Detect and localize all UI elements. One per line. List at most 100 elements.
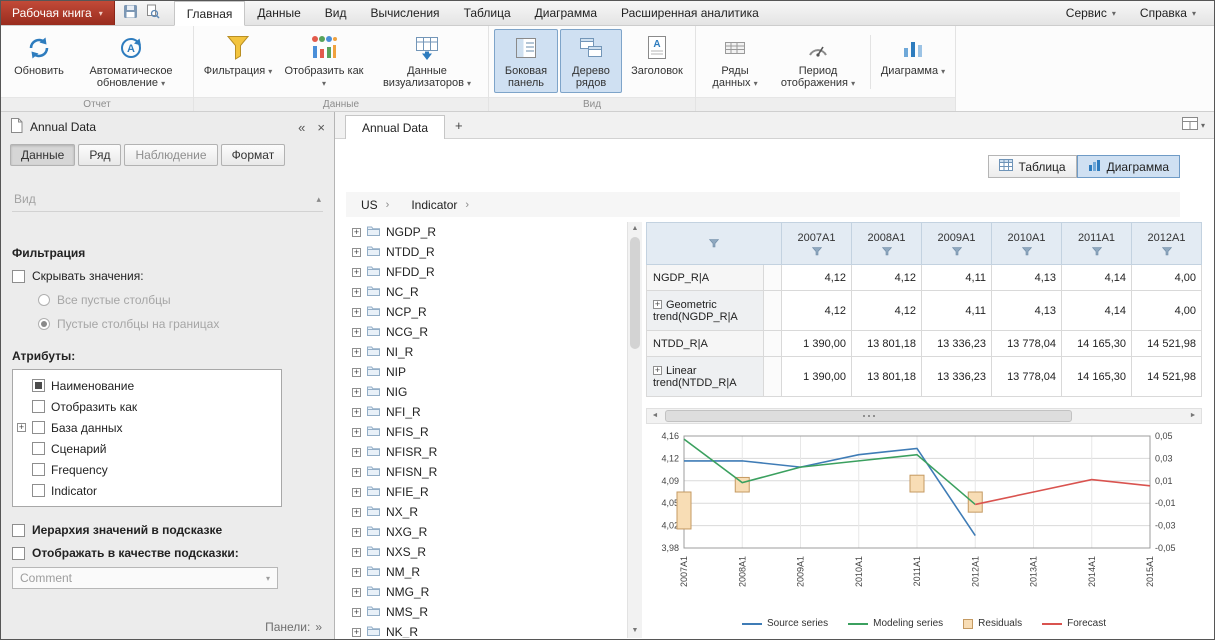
- menu-tab[interactable]: Вычисления: [358, 1, 451, 25]
- value-cell[interactable]: 4,12: [852, 265, 922, 291]
- data-series-button[interactable]: Ряды данных ▾: [701, 29, 769, 93]
- tree-item[interactable]: +NFISN_R: [346, 462, 626, 482]
- sidebar-tab[interactable]: Формат: [221, 144, 286, 166]
- radio-button[interactable]: [38, 318, 50, 330]
- tree-item[interactable]: +NIG: [346, 382, 626, 402]
- menu-tab[interactable]: Данные: [245, 1, 312, 25]
- menu-tab[interactable]: Главная: [174, 1, 246, 26]
- expand-icon[interactable]: +: [352, 328, 361, 337]
- refresh-button[interactable]: Обновить: [6, 29, 72, 93]
- value-cell[interactable]: 14 165,30: [1062, 357, 1132, 397]
- scroll-up-icon[interactable]: ▲: [628, 222, 642, 236]
- menu-tab[interactable]: Расширенная аналитика: [609, 1, 771, 25]
- save-icon[interactable]: [123, 4, 138, 22]
- show-as-tooltip-row[interactable]: Отображать в качестве подсказки:: [12, 546, 323, 560]
- value-cell[interactable]: 4,13: [992, 291, 1062, 331]
- attribute-item[interactable]: +База данных: [17, 417, 277, 438]
- tree-item[interactable]: +NTDD_R: [346, 242, 626, 262]
- checkbox[interactable]: [32, 463, 45, 476]
- value-cell[interactable]: 1 390,00: [782, 331, 852, 357]
- expand-icon[interactable]: +: [352, 408, 361, 417]
- expand-icon[interactable]: +: [352, 368, 361, 377]
- value-cell[interactable]: 4,14: [1062, 291, 1132, 331]
- breadcrumb-item[interactable]: Indicator›: [402, 195, 478, 215]
- attribute-item[interactable]: Frequency: [17, 459, 277, 480]
- collapse-panel-icon[interactable]: «: [298, 120, 305, 135]
- checkbox[interactable]: [12, 270, 25, 283]
- filter-button[interactable]: Фильтрация ▾: [199, 29, 277, 93]
- expand-icon[interactable]: +: [653, 300, 662, 309]
- attribute-item[interactable]: Сценарий: [17, 438, 277, 459]
- expand-icon[interactable]: +: [352, 248, 361, 257]
- value-cell[interactable]: 13 336,23: [922, 357, 992, 397]
- value-cell[interactable]: 4,12: [782, 265, 852, 291]
- tree-item[interactable]: +NGDP_R: [346, 222, 626, 242]
- checkbox[interactable]: [32, 379, 45, 392]
- menu-tab[interactable]: Таблица: [452, 1, 523, 25]
- checkbox[interactable]: [12, 547, 25, 560]
- expand-icon[interactable]: +: [352, 608, 361, 617]
- tree-item[interactable]: +NFDD_R: [346, 262, 626, 282]
- expand-icon[interactable]: +: [352, 388, 361, 397]
- visualizer-data-button[interactable]: Данные визуализаторов ▾: [371, 29, 483, 93]
- expand-icon[interactable]: +: [352, 268, 361, 277]
- value-cell[interactable]: 13 336,23: [922, 331, 992, 357]
- display-period-button[interactable]: Период отображения ▾: [771, 29, 865, 93]
- expand-icon[interactable]: +: [653, 366, 662, 375]
- checkbox[interactable]: [32, 400, 45, 413]
- checkbox[interactable]: [12, 524, 25, 537]
- expand-icon[interactable]: +: [352, 308, 361, 317]
- column-filter-icon[interactable]: [992, 247, 1061, 256]
- sidebar-tab[interactable]: Данные: [10, 144, 75, 166]
- value-cell[interactable]: 4,11: [922, 291, 992, 331]
- tree-item[interactable]: +NFIS_R: [346, 422, 626, 442]
- value-cell[interactable]: 13 778,04: [992, 331, 1062, 357]
- tree-item[interactable]: +NMG_R: [346, 582, 626, 602]
- value-cell[interactable]: 4,00: [1132, 291, 1202, 331]
- scrollbar-track[interactable]: [663, 409, 1185, 423]
- column-filter-icon[interactable]: [852, 247, 921, 256]
- view-section-header[interactable]: Вид ▴: [12, 192, 323, 212]
- tree-item[interactable]: +NXG_R: [346, 522, 626, 542]
- attribute-item[interactable]: Indicator: [17, 480, 277, 501]
- table-hscrollbar[interactable]: ◄ ►: [646, 408, 1202, 424]
- expand-icon[interactable]: +: [17, 423, 26, 432]
- value-cell[interactable]: 4,12: [782, 291, 852, 331]
- sidebar-tab[interactable]: Наблюдение: [124, 144, 217, 166]
- tree-item[interactable]: +NFIE_R: [346, 482, 626, 502]
- value-cell[interactable]: 4,13: [992, 265, 1062, 291]
- chart-button[interactable]: Диаграмма ▾: [876, 29, 950, 93]
- expand-icon[interactable]: +: [352, 548, 361, 557]
- column-filter-icon[interactable]: [647, 239, 781, 248]
- value-cell[interactable]: 14 521,98: [1132, 357, 1202, 397]
- expand-icon[interactable]: +: [352, 428, 361, 437]
- checkbox[interactable]: [32, 442, 45, 455]
- new-tab-button[interactable]: +: [445, 113, 473, 138]
- table-view-button[interactable]: Таблица: [988, 155, 1077, 178]
- expand-icon[interactable]: +: [352, 288, 361, 297]
- tree-item[interactable]: +NXS_R: [346, 542, 626, 562]
- value-cell[interactable]: 1 390,00: [782, 357, 852, 397]
- tree-item[interactable]: +NI_R: [346, 342, 626, 362]
- expand-icon[interactable]: +: [352, 228, 361, 237]
- tree-item[interactable]: +NFI_R: [346, 402, 626, 422]
- column-filter-icon[interactable]: [922, 247, 991, 256]
- chevrons-right-icon[interactable]: »: [315, 620, 322, 634]
- tree-item[interactable]: +NMS_R: [346, 602, 626, 622]
- tree-item[interactable]: +NCG_R: [346, 322, 626, 342]
- menu-tab[interactable]: Вид: [313, 1, 359, 25]
- column-header[interactable]: 2010A1: [992, 223, 1062, 265]
- display-as-button[interactable]: Отобразить как ▾: [279, 29, 369, 93]
- print-preview-icon[interactable]: [145, 4, 160, 22]
- scrollbar-thumb[interactable]: [630, 237, 640, 349]
- document-tab[interactable]: Annual Data: [345, 115, 445, 139]
- row-label-cell[interactable]: NTDD_R|A: [647, 331, 764, 357]
- scroll-left-icon[interactable]: ◄: [647, 409, 663, 423]
- column-header[interactable]: 2009A1: [922, 223, 992, 265]
- column-filter-icon[interactable]: [1062, 247, 1131, 256]
- value-cell[interactable]: 4,11: [922, 265, 992, 291]
- expand-icon[interactable]: +: [352, 468, 361, 477]
- column-header[interactable]: 2011A1: [1062, 223, 1132, 265]
- hierarchy-tooltip-row[interactable]: Иерархия значений в подсказке: [12, 523, 323, 537]
- close-panel-icon[interactable]: ×: [317, 120, 325, 135]
